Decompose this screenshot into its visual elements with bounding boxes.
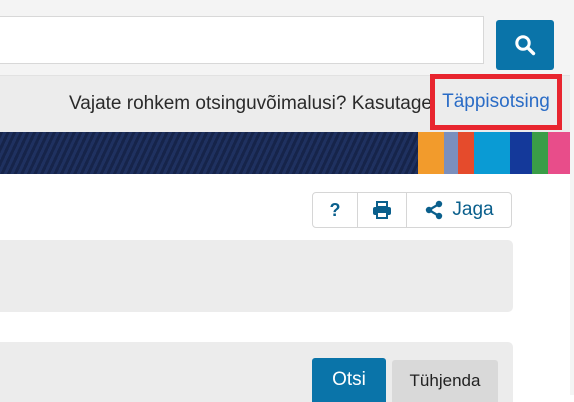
search-button[interactable] bbox=[496, 20, 554, 70]
content-panel bbox=[0, 240, 513, 312]
submit-search-button[interactable]: Otsi bbox=[312, 358, 386, 402]
page-edge bbox=[570, 0, 574, 395]
search-icon bbox=[515, 35, 536, 56]
page-toolbar: ? Jaga bbox=[312, 192, 512, 228]
help-button[interactable]: ? bbox=[313, 193, 358, 227]
stripe-cyan bbox=[474, 132, 510, 174]
stripe-lavender bbox=[444, 132, 458, 174]
share-icon bbox=[426, 200, 443, 220]
clear-form-button[interactable]: Tühjenda bbox=[392, 360, 498, 402]
search-bar bbox=[0, 0, 574, 76]
color-stripes bbox=[418, 132, 574, 174]
advanced-search-link[interactable]: Täppisotsing bbox=[430, 74, 562, 130]
decorative-banner bbox=[0, 132, 574, 174]
print-icon bbox=[373, 201, 391, 219]
print-button[interactable] bbox=[358, 193, 407, 227]
search-form-panel: Otsi Tühjenda bbox=[0, 342, 513, 402]
advanced-search-prompt: Vajate rohkem otsinguvõimalusi? Kasutage bbox=[69, 93, 432, 114]
help-label: ? bbox=[329, 199, 341, 220]
stripe-navy bbox=[510, 132, 532, 174]
stripe-red bbox=[458, 132, 474, 174]
stripe-green bbox=[532, 132, 548, 174]
share-button[interactable]: Jaga bbox=[407, 193, 511, 227]
search-input[interactable] bbox=[0, 16, 484, 64]
stripe-orange bbox=[418, 132, 444, 174]
share-label: Jaga bbox=[452, 199, 494, 220]
